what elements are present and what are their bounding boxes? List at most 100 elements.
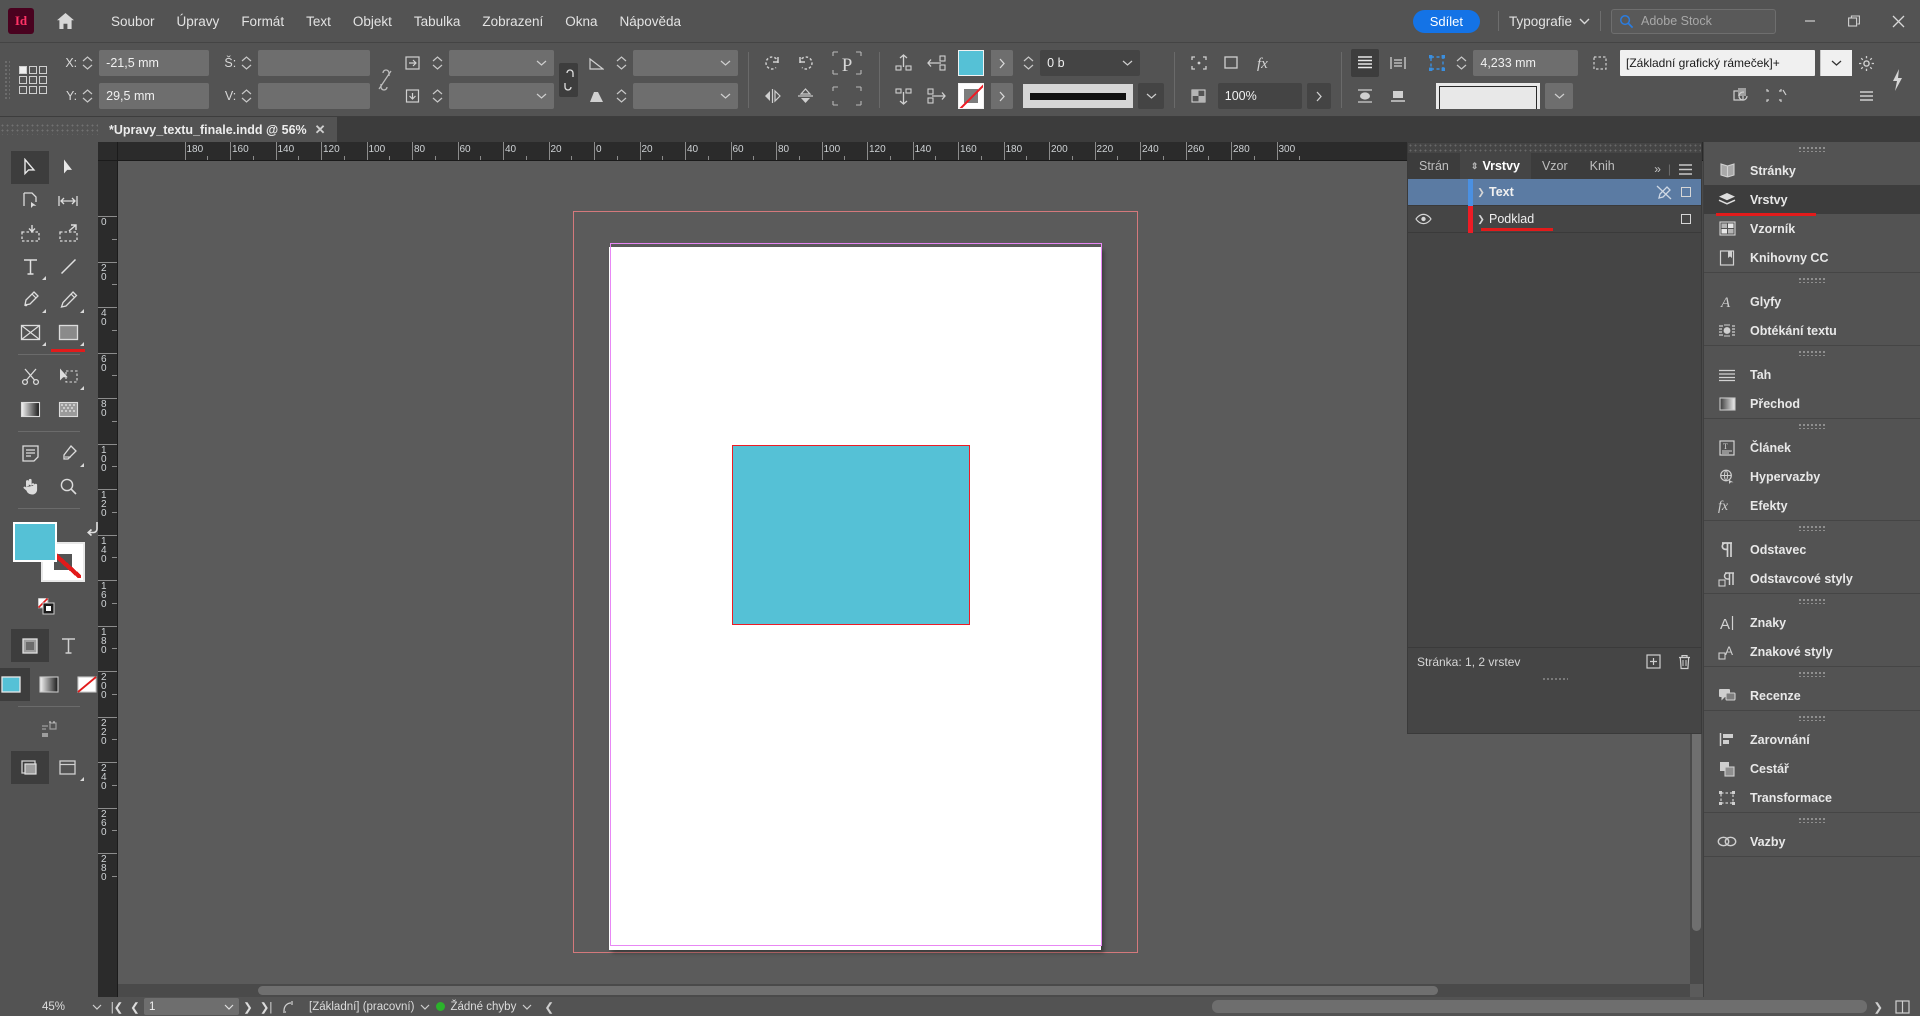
selection-tool[interactable]	[11, 151, 49, 184]
rotate-90-cw-button[interactable]	[759, 49, 787, 77]
gradient-feather-tool[interactable]	[49, 393, 87, 426]
dock-item-p-echod[interactable]: Přechod	[1704, 389, 1920, 418]
adobe-stock-search[interactable]: Adobe Stock	[1611, 9, 1776, 34]
dock-group-grip[interactable]	[1704, 594, 1920, 608]
split-window-icon[interactable]	[1895, 1000, 1910, 1014]
control-bar-grip[interactable]	[4, 60, 10, 100]
zoom-tool[interactable]	[49, 470, 87, 503]
tools-panel-grip[interactable]	[0, 123, 98, 135]
formatting-affects-text-button[interactable]	[49, 629, 87, 662]
restore-button[interactable]	[1832, 0, 1876, 42]
preflight-dropdown-icon[interactable]	[522, 1004, 532, 1010]
menu-napoveda[interactable]: Nápověda	[609, 10, 693, 33]
scale-y-stepper[interactable]	[432, 89, 444, 103]
height-stepper[interactable]	[241, 89, 253, 103]
stroke-style-dropdown[interactable]	[1138, 83, 1164, 109]
vertical-align-justify-button[interactable]	[1384, 49, 1412, 77]
dock-item-obt-k-n-textu[interactable]: Obtékání textu	[1704, 316, 1920, 345]
opacity-input[interactable]: 100%	[1218, 83, 1302, 109]
tab-master-pages[interactable]: Vzor	[1531, 153, 1579, 179]
gap-tool[interactable]	[49, 184, 87, 217]
drop-shadow-icon[interactable]	[1218, 49, 1246, 77]
frame-fitting-icon[interactable]	[825, 82, 869, 110]
direct-selection-tool[interactable]	[49, 151, 87, 184]
stroke-weight-stepper[interactable]	[1023, 56, 1035, 70]
constrain-scale-icon[interactable]	[559, 63, 577, 97]
dock-item-vazby[interactable]: Vazby	[1704, 827, 1920, 856]
transparency-icon[interactable]	[1185, 82, 1213, 110]
stroke-style-preview[interactable]	[1023, 84, 1133, 108]
note-tool[interactable]	[11, 437, 49, 470]
dock-item-efekty[interactable]: fxEfekty	[1704, 491, 1920, 520]
dock-group-grip[interactable]	[1704, 711, 1920, 725]
zoom-level-input[interactable]: 45%	[38, 998, 86, 1015]
vertical-ruler[interactable]: 020406080100120140160180200220240260280	[98, 161, 118, 997]
y-stepper[interactable]	[82, 89, 94, 103]
default-fill-stroke-icon[interactable]	[27, 590, 65, 623]
width-stepper[interactable]	[241, 56, 253, 70]
master-page-dropdown-icon[interactable]	[420, 1004, 430, 1010]
eyedropper-tool[interactable]	[49, 437, 87, 470]
vertical-align-center-button[interactable]	[1351, 49, 1379, 77]
select-container-button[interactable]	[1729, 82, 1757, 110]
minimize-button[interactable]	[1788, 0, 1832, 42]
hand-tool[interactable]	[11, 470, 49, 503]
apply-gradient-button[interactable]	[30, 668, 68, 701]
scale-y-input[interactable]	[449, 83, 554, 109]
dock-item-znakov-styly[interactable]: AZnakové styly	[1704, 637, 1920, 666]
menu-tabulka[interactable]: Tabulka	[403, 10, 472, 33]
workspace-switcher[interactable]: Typografie	[1509, 14, 1590, 29]
shear-stepper[interactable]	[616, 89, 628, 103]
dock-item--l-nek[interactable]: TČlánek	[1704, 433, 1920, 462]
dock-group-grip[interactable]	[1704, 667, 1920, 681]
layers-panel-grip[interactable]	[1408, 143, 1701, 153]
dock-group-grip[interactable]	[1704, 346, 1920, 360]
hamburger-icon[interactable]	[1678, 163, 1693, 176]
new-layer-icon[interactable]	[1646, 654, 1661, 670]
clear-transformations-button[interactable]	[1762, 82, 1790, 110]
corner-shape-dropdown[interactable]	[1545, 83, 1573, 109]
object-style-dropdown[interactable]	[1820, 50, 1852, 76]
horizontal-scrollbar-thumb[interactable]	[258, 986, 1438, 995]
close-icon[interactable]: ✕	[315, 122, 326, 138]
horizontal-scrollbar[interactable]	[118, 984, 1690, 997]
control-panel-menu-icon[interactable]	[1852, 82, 1880, 110]
content-placer-tool[interactable]	[49, 217, 87, 250]
y-input[interactable]: 29,5 mm	[99, 83, 209, 109]
object-style-input[interactable]: [Základní grafický rámeček]+	[1620, 50, 1815, 76]
fill-swatch[interactable]	[958, 50, 984, 76]
align-right-button[interactable]	[922, 82, 950, 110]
scale-x-stepper[interactable]	[432, 56, 444, 70]
dock-item-znaky[interactable]: AZnaky	[1704, 608, 1920, 637]
dock-item-odstavcov-styly[interactable]: Odstavcové styly	[1704, 564, 1920, 593]
document-tab[interactable]: *Upravy_textu_finale.indd @ 56% ✕	[98, 117, 337, 142]
formatting-affects-container-button[interactable]	[11, 629, 49, 662]
last-page-button[interactable]: ❯|	[257, 1000, 275, 1014]
content-collector-tool[interactable]	[11, 217, 49, 250]
overflow-chevron-icon[interactable]: »	[1654, 162, 1661, 176]
first-page-button[interactable]: |❮	[108, 1000, 126, 1014]
menu-text[interactable]: Text	[295, 10, 342, 33]
layer-expand-icon[interactable]: ❯	[1473, 187, 1489, 198]
fill-color-swatch[interactable]	[13, 522, 57, 562]
free-transform-tool[interactable]	[49, 360, 87, 393]
layer-visibility-toggle[interactable]	[1408, 213, 1438, 225]
reference-point-selector[interactable]	[19, 66, 47, 94]
height-input[interactable]	[258, 83, 370, 109]
opacity-dropdown[interactable]	[1307, 83, 1331, 109]
rotation-input[interactable]	[633, 50, 738, 76]
layers-panel-resize-grip[interactable]	[1408, 675, 1701, 684]
dock-item-vrstvy[interactable]: Vrstvy	[1704, 185, 1920, 214]
pen-tool[interactable]	[11, 283, 49, 316]
pencil-tool[interactable]	[49, 283, 87, 316]
trash-icon[interactable]	[1677, 654, 1692, 670]
home-icon[interactable]	[52, 8, 78, 34]
status-horizontal-scrollbar[interactable]	[1212, 1000, 1867, 1013]
align-left-button[interactable]	[922, 49, 950, 77]
master-page-label[interactable]: [Základní] (pracovní)	[309, 1001, 414, 1013]
layer-target-indicator[interactable]	[1681, 214, 1691, 224]
menu-soubor[interactable]: Soubor	[100, 10, 166, 33]
rectangle-tool[interactable]	[49, 316, 87, 349]
selected-rectangle-object[interactable]	[732, 445, 970, 625]
zoom-dropdown-icon[interactable]	[92, 1004, 102, 1010]
